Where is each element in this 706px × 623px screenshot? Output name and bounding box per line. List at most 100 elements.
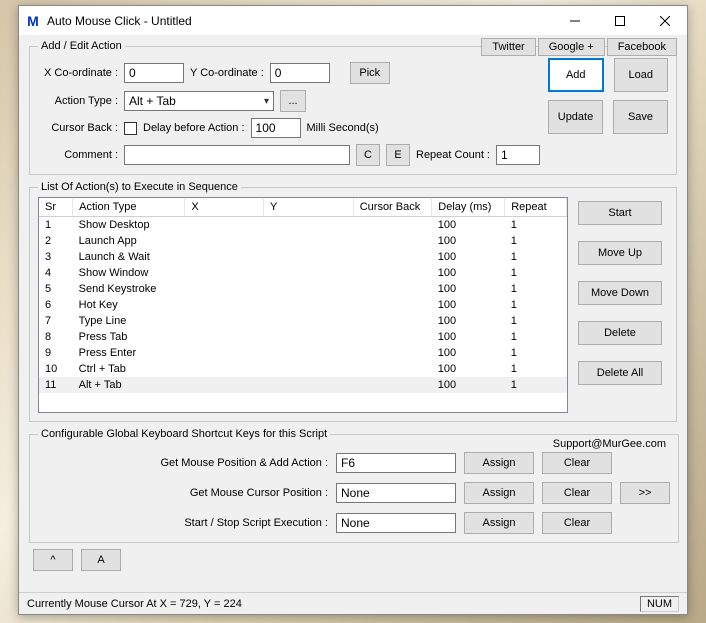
delete-all-button[interactable]: Delete All: [578, 361, 662, 385]
c-button[interactable]: C: [356, 144, 380, 166]
twitter-link[interactable]: Twitter: [481, 38, 535, 56]
pick-button[interactable]: Pick: [350, 62, 390, 84]
table-cell: [263, 217, 353, 234]
table-cell: 3: [39, 249, 73, 265]
table-cell: [185, 361, 264, 377]
e-button[interactable]: E: [386, 144, 410, 166]
table-cell: 1: [39, 217, 73, 234]
delete-button[interactable]: Delete: [578, 321, 662, 345]
comment-input[interactable]: [124, 145, 350, 165]
numlock-indicator: NUM: [640, 596, 679, 612]
table-cell: 100: [432, 233, 505, 249]
status-text: Currently Mouse Cursor At X = 729, Y = 2…: [27, 598, 242, 610]
table-cell: Type Line: [73, 313, 185, 329]
table-cell: 1: [505, 217, 567, 234]
y-coord-input[interactable]: [270, 63, 330, 83]
a-button[interactable]: A: [81, 549, 121, 571]
table-cell: 100: [432, 361, 505, 377]
chevron-down-icon: ▾: [264, 96, 269, 107]
shortcut1-input[interactable]: [336, 453, 456, 473]
cursor-back-checkbox[interactable]: [124, 122, 137, 135]
repeat-count-input[interactable]: [496, 145, 540, 165]
table-row[interactable]: 4Show Window1001: [39, 265, 567, 281]
col-y[interactable]: Y: [263, 198, 353, 217]
table-cell: [263, 281, 353, 297]
shortcut3-clear-button[interactable]: Clear: [542, 512, 612, 534]
col-sr[interactable]: Sr: [39, 198, 73, 217]
shortcuts-more-button[interactable]: >>: [620, 482, 670, 504]
shortcut1-label: Get Mouse Position & Add Action :: [38, 457, 328, 469]
table-cell: [185, 345, 264, 361]
action-table[interactable]: Sr Action Type X Y Cursor Back Delay (ms…: [38, 197, 568, 413]
table-row[interactable]: 6Hot Key1001: [39, 297, 567, 313]
x-coord-label: X Co-ordinate :: [38, 67, 118, 79]
delay-input[interactable]: [251, 118, 301, 138]
table-cell: [353, 281, 432, 297]
col-cursor-back[interactable]: Cursor Back: [353, 198, 432, 217]
col-delay[interactable]: Delay (ms): [432, 198, 505, 217]
table-cell: 11: [39, 377, 73, 393]
table-row[interactable]: 2Launch App1001: [39, 233, 567, 249]
table-row[interactable]: 10Ctrl + Tab1001: [39, 361, 567, 377]
action-type-select[interactable]: Alt + Tab ▾: [124, 91, 274, 111]
table-row[interactable]: 9Press Enter1001: [39, 345, 567, 361]
table-cell: [353, 361, 432, 377]
shortcut1-clear-button[interactable]: Clear: [542, 452, 612, 474]
col-x[interactable]: X: [185, 198, 264, 217]
close-button[interactable]: [642, 6, 687, 35]
shortcut2-assign-button[interactable]: Assign: [464, 482, 534, 504]
table-cell: [353, 297, 432, 313]
table-row[interactable]: 3Launch & Wait1001: [39, 249, 567, 265]
window-title: Auto Mouse Click - Untitled: [47, 14, 552, 28]
table-row[interactable]: 5Send Keystroke1001: [39, 281, 567, 297]
maximize-button[interactable]: [597, 6, 642, 35]
support-link[interactable]: Support@MurGee.com: [553, 438, 666, 450]
table-cell: Hot Key: [73, 297, 185, 313]
table-row[interactable]: 1Show Desktop1001: [39, 217, 567, 234]
app-icon: M: [25, 13, 41, 29]
table-cell: Alt + Tab: [73, 377, 185, 393]
caret-button[interactable]: ^: [33, 549, 73, 571]
move-down-button[interactable]: Move Down: [578, 281, 662, 305]
table-cell: 5: [39, 281, 73, 297]
action-type-label: Action Type :: [38, 95, 118, 107]
table-cell: Launch & Wait: [73, 249, 185, 265]
table-cell: Show Window: [73, 265, 185, 281]
col-repeat[interactable]: Repeat: [505, 198, 567, 217]
table-cell: 100: [432, 329, 505, 345]
start-button[interactable]: Start: [578, 201, 662, 225]
table-cell: [263, 249, 353, 265]
table-cell: [263, 377, 353, 393]
shortcut3-input[interactable]: [336, 513, 456, 533]
shortcut2-input[interactable]: [336, 483, 456, 503]
shortcut2-clear-button[interactable]: Clear: [542, 482, 612, 504]
add-button[interactable]: Add: [548, 58, 604, 92]
table-cell: 6: [39, 297, 73, 313]
client-area: Twitter Google + Facebook Add / Edit Act…: [19, 36, 687, 592]
table-row[interactable]: 8Press Tab1001: [39, 329, 567, 345]
shortcuts-group: Configurable Global Keyboard Shortcut Ke…: [29, 428, 679, 543]
table-row[interactable]: 7Type Line1001: [39, 313, 567, 329]
y-coord-label: Y Co-ordinate :: [190, 67, 264, 79]
shortcut3-assign-button[interactable]: Assign: [464, 512, 534, 534]
shortcut1-assign-button[interactable]: Assign: [464, 452, 534, 474]
x-coord-input[interactable]: [124, 63, 184, 83]
update-button[interactable]: Update: [548, 100, 603, 134]
action-type-more-button[interactable]: ...: [280, 90, 306, 112]
load-button[interactable]: Load: [614, 58, 668, 92]
repeat-count-label: Repeat Count :: [416, 149, 490, 161]
table-cell: 1: [505, 329, 567, 345]
table-row[interactable]: 11Alt + Tab1001: [39, 377, 567, 393]
add-edit-legend: Add / Edit Action: [38, 40, 125, 52]
facebook-link[interactable]: Facebook: [607, 38, 677, 56]
table-cell: [185, 249, 264, 265]
google-plus-link[interactable]: Google +: [538, 38, 605, 56]
col-action-type[interactable]: Action Type: [73, 198, 185, 217]
table-cell: [263, 345, 353, 361]
shortcuts-legend: Configurable Global Keyboard Shortcut Ke…: [38, 428, 330, 440]
minimize-button[interactable]: [552, 6, 597, 35]
table-cell: [185, 217, 264, 234]
table-cell: 100: [432, 265, 505, 281]
save-button[interactable]: Save: [613, 100, 668, 134]
move-up-button[interactable]: Move Up: [578, 241, 662, 265]
